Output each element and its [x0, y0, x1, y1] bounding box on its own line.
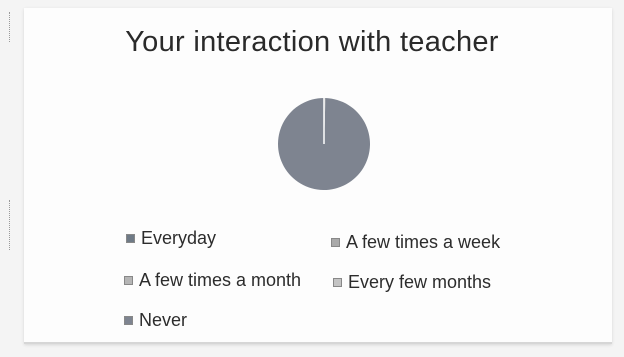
legend-item-few-times-month: A few times a month [124, 270, 301, 291]
legend-swatch [126, 234, 135, 243]
legend-swatch [124, 316, 133, 325]
legend-swatch [333, 278, 342, 287]
legend-label: Never [139, 310, 188, 330]
legend-label: A few times a week [346, 232, 501, 252]
scan-edge-mark [9, 200, 13, 250]
legend-label: Everyday [141, 228, 217, 248]
legend-item-never: Never [124, 310, 187, 331]
legend-label: A few times a month [139, 270, 302, 290]
legend-item-every-few-months: Every few months [333, 272, 491, 293]
chart-title: Your interaction with teacher [125, 26, 499, 58]
legend-swatch [124, 276, 133, 285]
legend-label: Every few months [348, 272, 492, 292]
legend-item-few-times-week: A few times a week [331, 232, 500, 253]
legend-swatch [331, 238, 340, 247]
legend-item-everyday: Everyday [126, 228, 216, 249]
pie-chart [278, 98, 370, 191]
